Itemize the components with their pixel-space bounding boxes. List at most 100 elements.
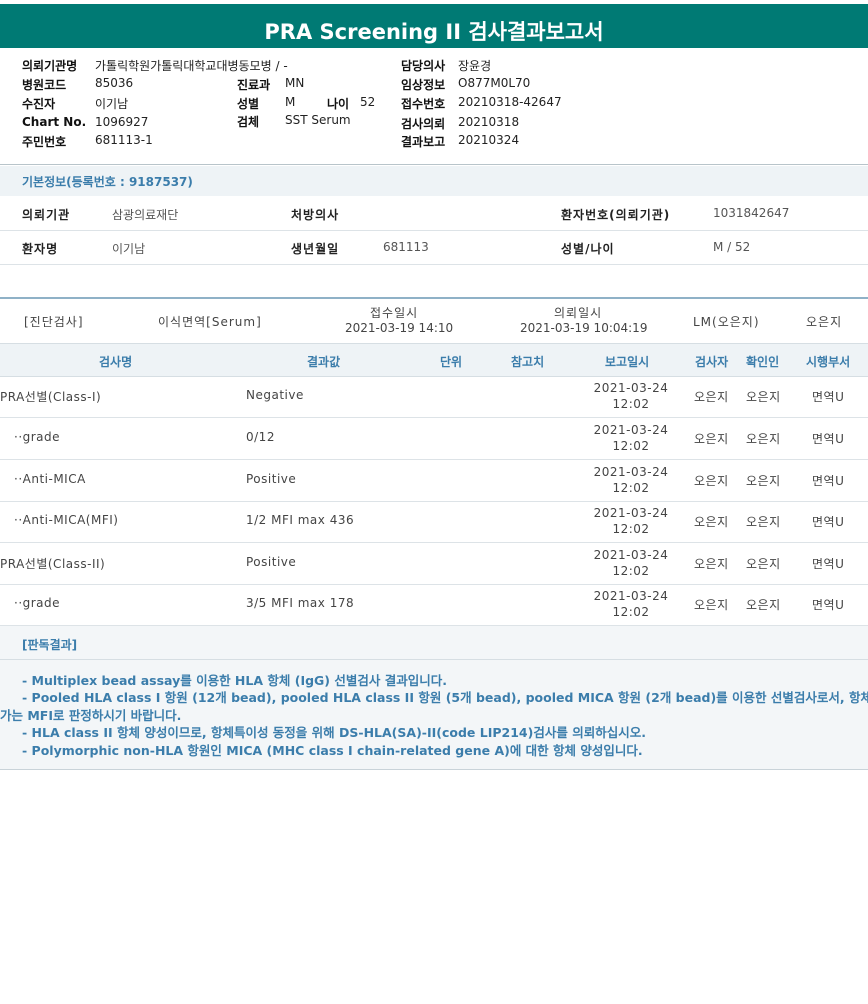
column-header: 검사자 bbox=[695, 355, 729, 369]
report-time: 12:02 bbox=[612, 439, 650, 453]
doctor-value: 장윤경 bbox=[458, 59, 492, 73]
department: 면역U bbox=[812, 598, 845, 612]
judgement-line: - Polymorphic non-HLA 항원인 MICA (MHC clas… bbox=[22, 743, 643, 758]
report-time: 12:02 bbox=[612, 605, 650, 619]
info-value: 681113 bbox=[383, 240, 429, 254]
hospital-code-value: 85036 bbox=[95, 76, 134, 90]
judgement-line: - Pooled HLA class I 항원 (12개 bead), pool… bbox=[22, 690, 868, 705]
info-value: 이기남 bbox=[112, 242, 146, 256]
clinical-info-value: O877M0L70 bbox=[458, 76, 531, 90]
test-result: Negative bbox=[246, 388, 304, 402]
resident-no-value: 681113-1 bbox=[95, 133, 153, 147]
header-divider bbox=[0, 164, 868, 165]
chart-no-label: Chart No. bbox=[22, 115, 87, 129]
diagnosis-category: [진단검사] bbox=[24, 315, 84, 329]
info-key: 환자명 bbox=[22, 242, 59, 256]
table-row: PRA선별(Class-II) Positive 2021-03-24 12:0… bbox=[0, 544, 868, 585]
test-result: 3/5 MFI max 178 bbox=[246, 596, 355, 610]
test-name: ··grade bbox=[14, 430, 61, 444]
report-date: 2021-03-24 bbox=[593, 381, 669, 395]
doctor-label: 담당의사 bbox=[401, 59, 446, 73]
tester: 오은지 bbox=[694, 598, 729, 612]
patient-value: 이기남 bbox=[95, 97, 129, 111]
department: 면역U bbox=[812, 432, 845, 446]
lm-person: LM(오은지) bbox=[693, 315, 760, 329]
report-time: 12:02 bbox=[612, 397, 650, 411]
report-date: 2021-03-24 bbox=[593, 589, 669, 603]
age-label: 나이 bbox=[327, 97, 350, 111]
tester: 오은지 bbox=[694, 515, 729, 529]
basic-info-title: 기본정보(등록번호 : 9187537) bbox=[22, 175, 193, 189]
test-result: 0/12 bbox=[246, 430, 275, 444]
tester: 오은지 bbox=[694, 557, 729, 571]
basic-info-row: 환자명 이기남 생년월일 681113 성별/나이 M / 52 bbox=[0, 231, 868, 265]
judgement-body: - Multiplex bead assay를 이용한 HLA 항체 (IgG)… bbox=[0, 660, 868, 770]
tester: 오은지 bbox=[694, 432, 729, 446]
checker: 오은지 bbox=[746, 390, 781, 404]
department: 면역U bbox=[812, 474, 845, 488]
sex-label: 성별 bbox=[237, 97, 260, 111]
test-name: ··Anti-MICA bbox=[14, 472, 86, 486]
receipt-no-label: 접수번호 bbox=[401, 97, 446, 111]
test-result: Positive bbox=[246, 555, 297, 569]
department-value: MN bbox=[285, 76, 305, 90]
report-date: 2021-03-24 bbox=[593, 506, 669, 520]
department: 면역U bbox=[812, 390, 845, 404]
test-result: Positive bbox=[246, 472, 297, 486]
chart-no-value: 1096927 bbox=[95, 115, 149, 129]
report-date: 2021-03-24 bbox=[593, 548, 669, 562]
info-key: 환자번호(의뢰기관) bbox=[561, 208, 671, 222]
judgement-title-bar: [판독결과] bbox=[0, 626, 868, 660]
sex-value: M bbox=[285, 95, 296, 109]
column-header: 참고치 bbox=[511, 355, 545, 369]
table-row: ··Anti-MICA Positive 2021-03-24 12:02 오은… bbox=[0, 461, 868, 502]
request-date-label: 검사의뢰 bbox=[401, 117, 446, 131]
received-datetime: 2021-03-19 14:10 bbox=[345, 321, 454, 335]
institution-value: 가톨릭학원가톨릭대학교대병동모병 / - bbox=[95, 59, 288, 73]
test-name: PRA선별(Class-I) bbox=[0, 390, 102, 404]
report-title: PRA Screening II 검사결과보고서 bbox=[0, 0, 868, 48]
info-key: 성별/나이 bbox=[561, 242, 615, 256]
diagnosis-person: 오은지 bbox=[806, 315, 843, 329]
info-key: 의뢰기관 bbox=[22, 208, 71, 222]
info-value: M / 52 bbox=[713, 240, 751, 254]
table-row: ··grade 0/12 2021-03-24 12:02 오은지 오은지 면역… bbox=[0, 419, 868, 460]
info-value: 1031842647 bbox=[713, 206, 790, 220]
diagnosis-test: 이식면역[Serum] bbox=[158, 315, 262, 329]
column-header: 시행부서 bbox=[806, 355, 851, 369]
department: 면역U bbox=[812, 557, 845, 571]
checker: 오은지 bbox=[746, 474, 781, 488]
department: 면역U bbox=[812, 515, 845, 529]
column-header: 보고일시 bbox=[605, 355, 650, 369]
checker: 오은지 bbox=[746, 432, 781, 446]
column-header: 단위 bbox=[440, 355, 463, 369]
table-row: ··grade 3/5 MFI max 178 2021-03-24 12:02… bbox=[0, 585, 868, 626]
report-date: 2021-03-24 bbox=[593, 465, 669, 479]
judgement-title: [판독결과] bbox=[22, 638, 78, 652]
age-value: 52 bbox=[360, 95, 376, 109]
test-name: ··Anti-MICA(MFI) bbox=[14, 513, 119, 527]
report-time: 12:02 bbox=[612, 522, 650, 536]
test-name: PRA선별(Class-II) bbox=[0, 557, 106, 571]
patient-label: 수진자 bbox=[22, 97, 56, 111]
received-label: 접수일시 bbox=[370, 306, 419, 320]
basic-info-row: 의뢰기관 삼광의료재단 처방의사 환자번호(의뢰기관) 1031842647 bbox=[0, 197, 868, 231]
diagnosis-row: [진단검사] 이식면역[Serum] 접수일시 2021-03-19 14:10… bbox=[0, 297, 868, 343]
column-header: 결과값 bbox=[307, 355, 341, 369]
column-header: 확인인 bbox=[746, 355, 780, 369]
institution-label: 의뢰기관명 bbox=[22, 59, 78, 73]
table-row: PRA선별(Class-I) Negative 2021-03-24 12:02… bbox=[0, 377, 868, 418]
department-label: 진료과 bbox=[237, 78, 271, 92]
checker: 오은지 bbox=[746, 515, 781, 529]
report-header: 의뢰기관명 가톨릭학원가톨릭대학교대병동모병 / - 담당의사 장윤경 병원코드… bbox=[0, 52, 868, 162]
test-result: 1/2 MFI max 436 bbox=[246, 513, 355, 527]
receipt-no-value: 20210318-42647 bbox=[458, 95, 562, 109]
info-key: 생년월일 bbox=[291, 242, 340, 256]
checker: 오은지 bbox=[746, 598, 781, 612]
tester: 오은지 bbox=[694, 474, 729, 488]
test-name: ··grade bbox=[14, 596, 61, 610]
specimen-value: SST Serum bbox=[285, 113, 351, 127]
checker: 오은지 bbox=[746, 557, 781, 571]
clinical-info-label: 임상정보 bbox=[401, 78, 446, 92]
requested-label: 의뢰일시 bbox=[554, 306, 603, 320]
